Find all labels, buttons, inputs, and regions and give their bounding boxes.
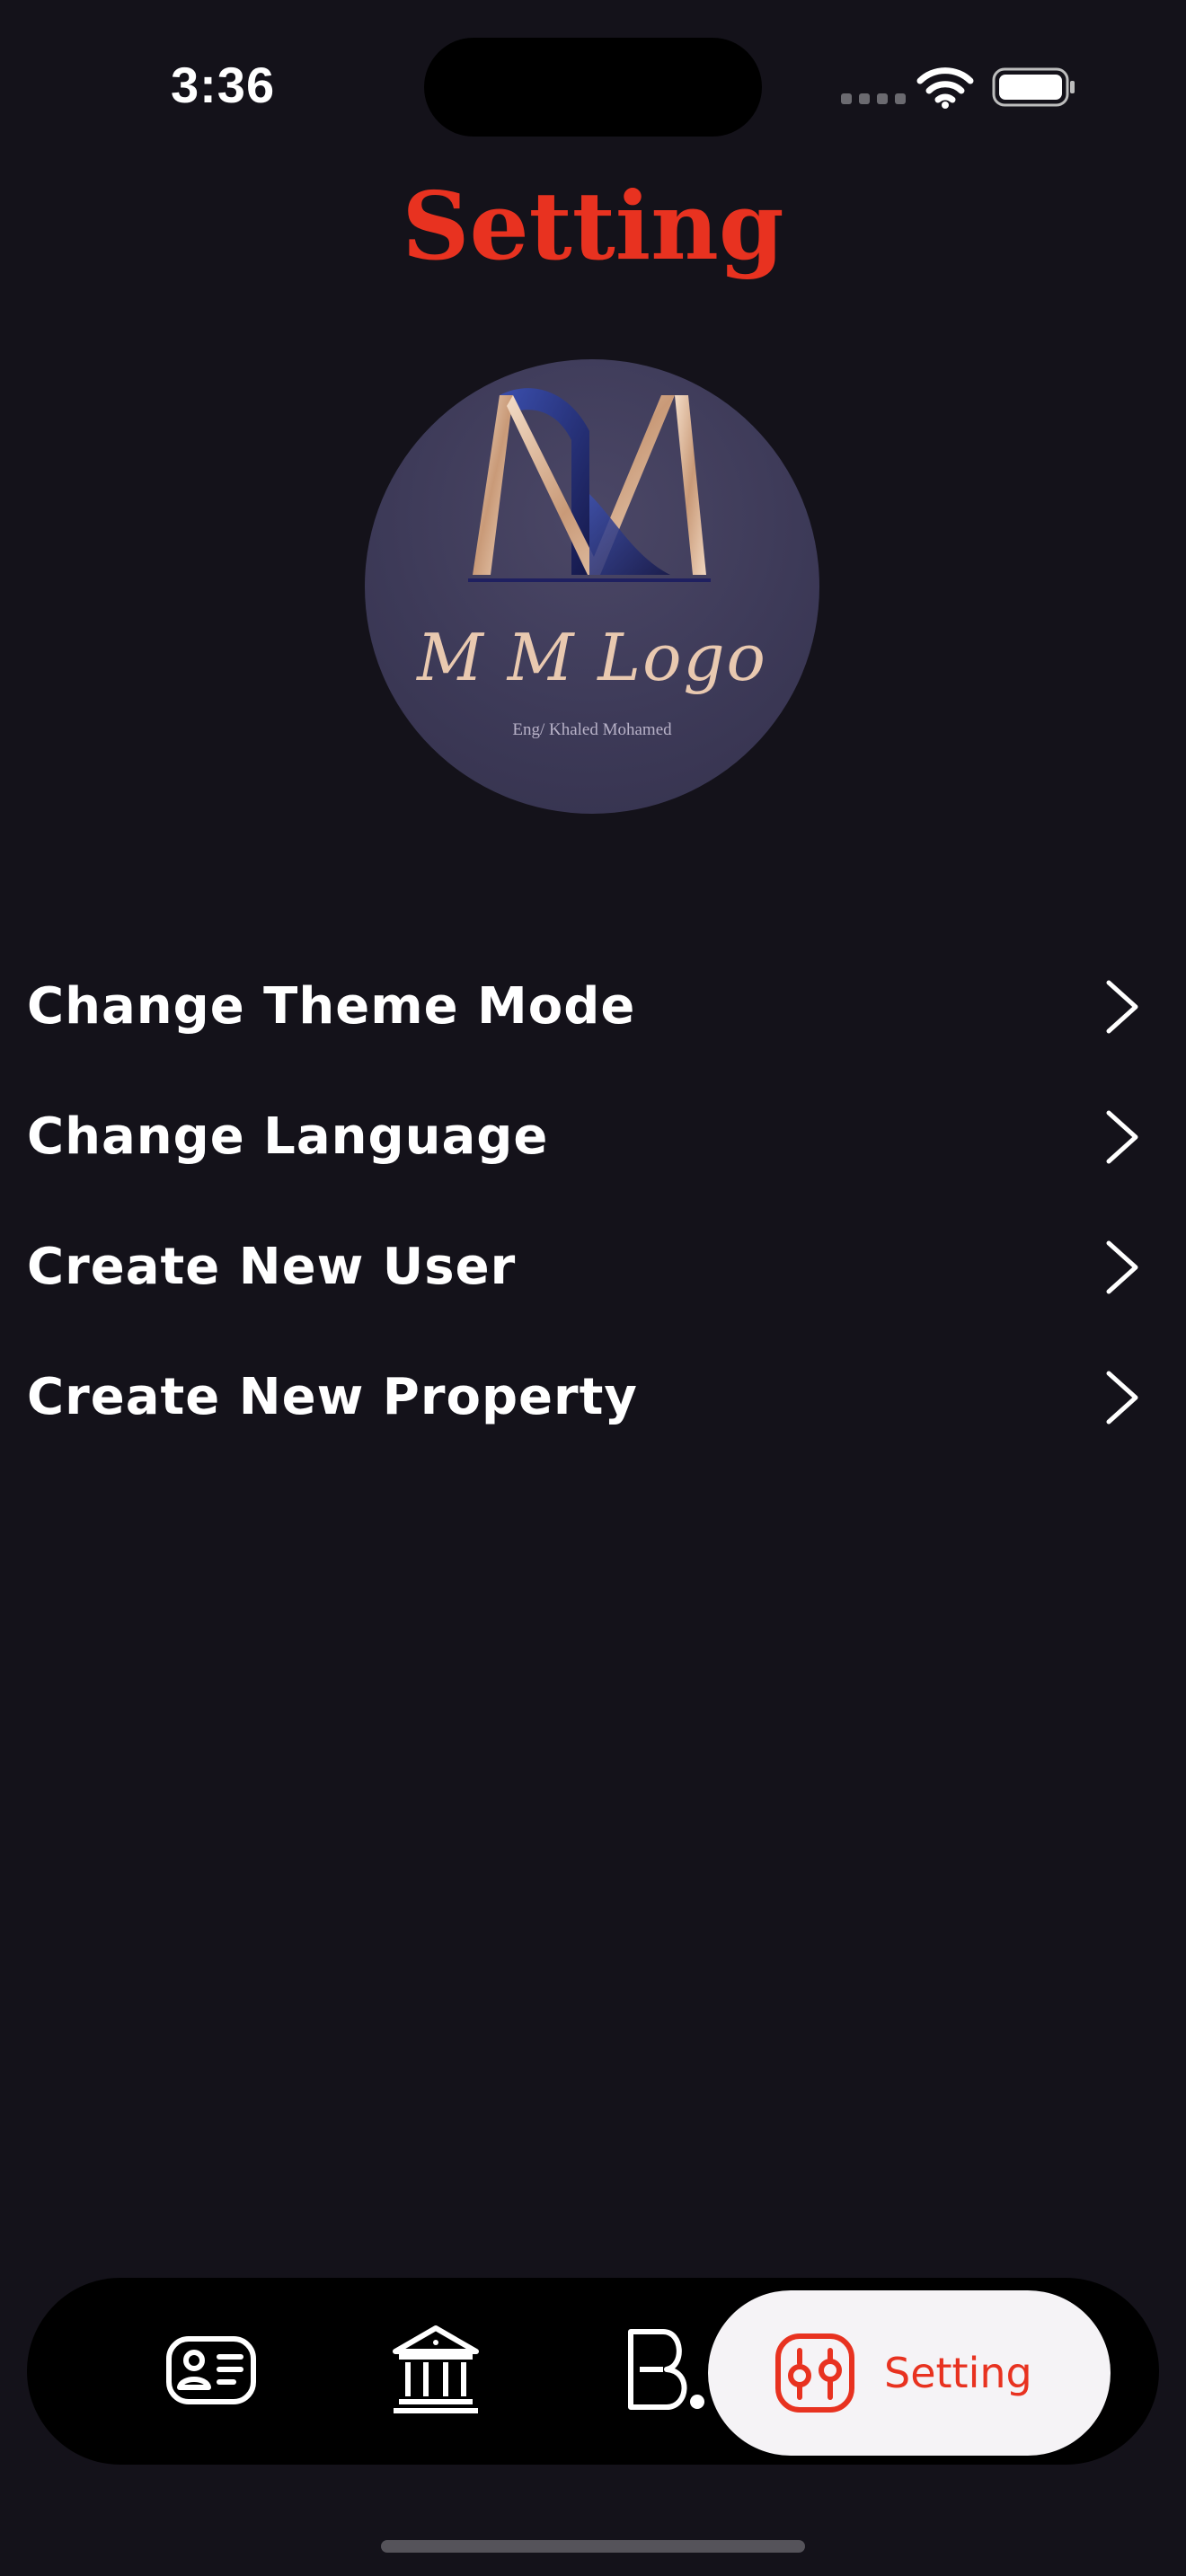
logo-script-text: M M Logo <box>417 620 767 695</box>
chevron-right-icon <box>1106 1110 1138 1164</box>
dynamic-island <box>424 38 762 137</box>
nav-item-label: Setting <box>884 2349 1032 2397</box>
chevron-right-icon <box>1106 980 1138 1034</box>
profile-card-icon <box>166 2336 256 2404</box>
menu-item-label: Create New Property <box>27 1368 638 1426</box>
logo-monogram <box>468 388 711 582</box>
settings-menu: Change Theme Mode Change Language Create… <box>0 941 1186 1462</box>
cellular-icon <box>841 93 906 104</box>
bank-icon <box>393 2325 479 2413</box>
sliders-icon <box>775 2333 854 2413</box>
wifi-icon <box>916 67 974 109</box>
nav-item-profile[interactable] <box>162 2321 261 2420</box>
app-logo: M M Logo Eng/ Khaled Mohamed <box>365 359 819 814</box>
chevron-right-icon <box>1106 1240 1138 1294</box>
menu-item-label: Change Language <box>27 1107 549 1166</box>
menu-item-change-language[interactable]: Change Language <box>0 1072 1186 1202</box>
home-indicator[interactable] <box>381 2540 805 2553</box>
b-letter-icon <box>628 2329 704 2410</box>
menu-item-create-new-user[interactable]: Create New User <box>0 1202 1186 1332</box>
menu-item-change-theme-mode[interactable]: Change Theme Mode <box>0 941 1186 1072</box>
menu-item-create-new-property[interactable]: Create New Property <box>0 1332 1186 1462</box>
nav-item-setting[interactable]: Setting <box>708 2290 1111 2456</box>
settings-screen: 3:36 Setting M M Logo Eng/ Khaled Mohame… <box>0 0 1186 2576</box>
page-title: Setting <box>402 171 784 281</box>
menu-item-label: Create New User <box>27 1238 517 1296</box>
nav-item-bank[interactable] <box>386 2321 485 2420</box>
logo-subtitle: Eng/ Khaled Mohamed <box>512 720 672 739</box>
menu-item-label: Change Theme Mode <box>27 977 636 1036</box>
status-time: 3:36 <box>171 57 276 113</box>
battery-icon <box>992 67 1075 107</box>
nav-item-b[interactable] <box>611 2321 710 2420</box>
bottom-nav: Setting <box>27 2278 1159 2465</box>
chevron-right-icon <box>1106 1371 1138 1425</box>
